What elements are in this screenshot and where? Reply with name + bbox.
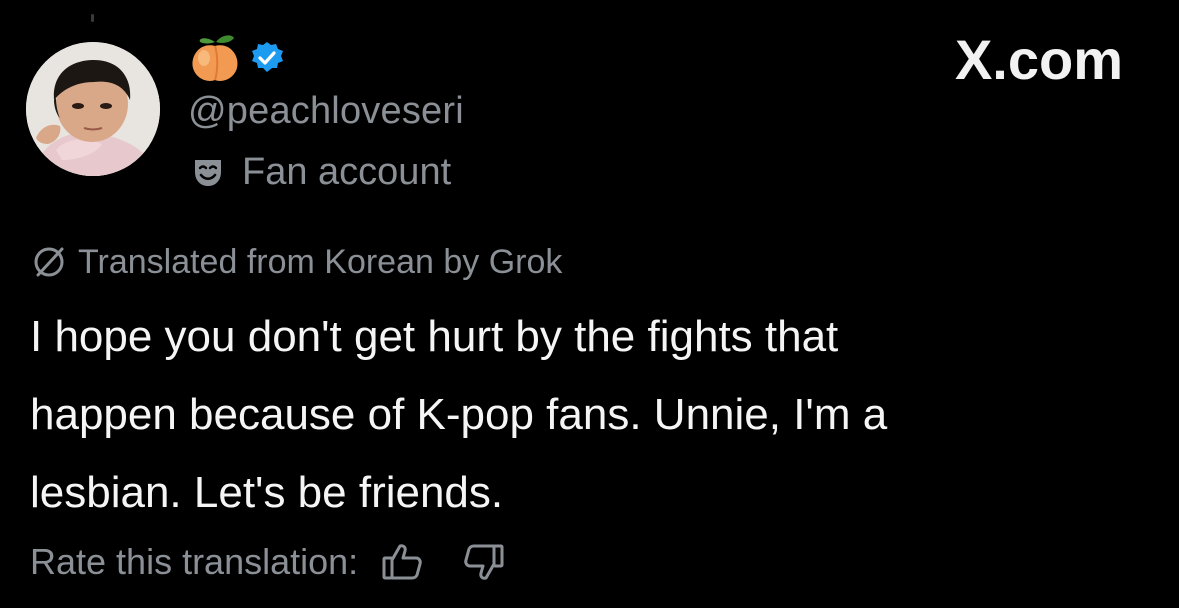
rate-translation: Rate this translation:: [30, 534, 506, 590]
status-tick: [91, 14, 94, 22]
thumbs-up-icon: [382, 544, 422, 580]
display-name-row[interactable]: [188, 32, 284, 84]
thumbs-down-button[interactable]: [462, 540, 506, 584]
user-handle[interactable]: @peachloveseri: [188, 88, 464, 134]
tweet-text: I hope you don't get hurt by the fights …: [30, 298, 1130, 532]
account-label-text: Fan account: [242, 151, 452, 193]
avatar-photo-icon: [26, 42, 160, 176]
tweet-text-line: lesbian. Let's be friends.: [30, 468, 504, 517]
mask-icon: [190, 154, 226, 190]
verified-badge-icon: [250, 41, 284, 75]
tweet-text-line: I hope you don't get hurt by the fights …: [30, 312, 839, 361]
translation-notice-text: Translated from Korean by Grok: [78, 243, 563, 281]
peach-emoji-icon: [188, 32, 242, 84]
account-label: Fan account: [190, 148, 451, 196]
rate-translation-label: Rate this translation:: [30, 541, 359, 582]
tweet-text-line: happen because of K-pop fans. Unnie, I'm…: [30, 390, 888, 439]
thumbs-up-button[interactable]: [380, 540, 424, 584]
translation-notice: Translated from Korean by Grok: [30, 240, 562, 284]
avatar[interactable]: [26, 42, 160, 176]
watermark-text: X.com: [954, 28, 1123, 91]
slash-circle-icon: [30, 243, 68, 281]
x-watermark: X.com: [955, 28, 1123, 92]
thumbs-down-icon: [464, 544, 504, 580]
